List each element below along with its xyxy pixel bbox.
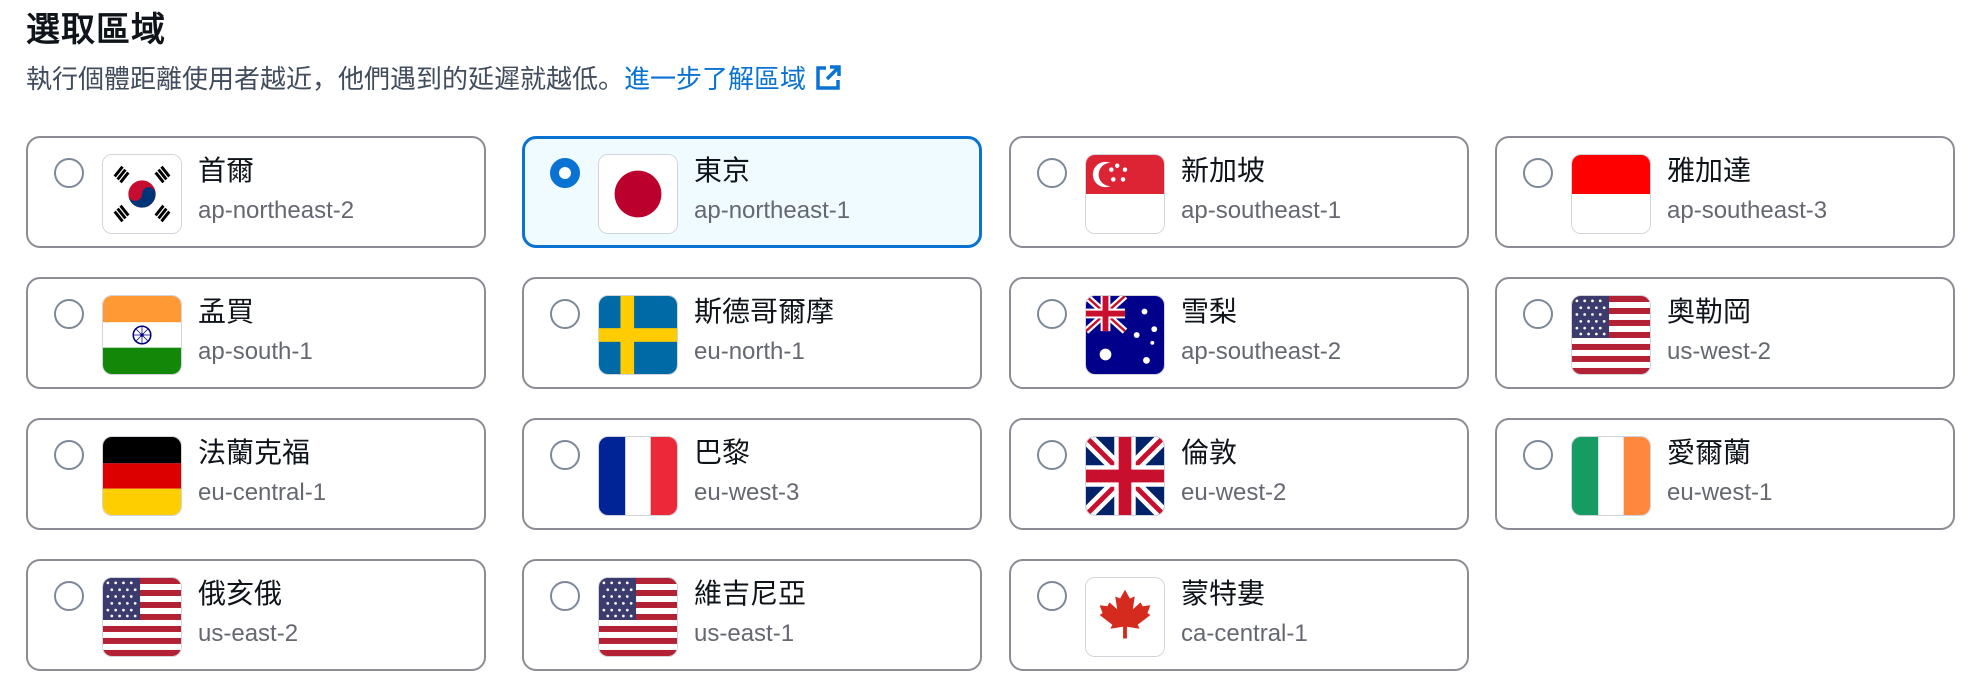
- region-card-ap-south-1[interactable]: 孟買 ap-south-1: [26, 277, 486, 389]
- usa-flag-icon: [598, 577, 678, 657]
- description-text: 執行個體距離使用者越近，他們遇到的延遲就越低。: [26, 65, 625, 95]
- region-code: eu-central-1: [198, 479, 327, 506]
- region-name: 愛爾蘭: [1667, 436, 1752, 469]
- region-name: 斯德哥爾摩: [694, 295, 835, 328]
- region-code: eu-west-2: [1181, 479, 1287, 506]
- region-card-ap-southeast-3[interactable]: 雅加達 ap-southeast-3: [1495, 136, 1955, 248]
- region-code: ca-central-1: [1181, 620, 1308, 647]
- region-card-ap-southeast-2[interactable]: 雪梨 ap-southeast-2: [1009, 277, 1469, 389]
- india-flag-icon: [102, 295, 182, 375]
- region-description: 執行個體距離使用者越近，他們遇到的延遲就越低。進一步了解區域: [26, 62, 842, 98]
- france-flag-icon: [598, 436, 678, 516]
- external-link-icon: [816, 65, 841, 90]
- region-radio[interactable]: [54, 581, 84, 611]
- canada-flag-icon: [1085, 577, 1165, 657]
- indonesia-flag-icon: [1571, 154, 1651, 234]
- region-code: eu-north-1: [694, 338, 805, 365]
- region-card-ap-southeast-1[interactable]: 新加坡 ap-southeast-1: [1009, 136, 1469, 248]
- region-code: eu-west-3: [694, 479, 800, 506]
- region-name: 蒙特婁: [1181, 577, 1266, 610]
- region-radio[interactable]: [1037, 581, 1067, 611]
- region-name: 法蘭克福: [198, 436, 311, 469]
- region-name: 維吉尼亞: [694, 577, 807, 610]
- region-code: ap-south-1: [198, 338, 313, 365]
- region-name: 孟買: [198, 295, 255, 328]
- region-code: ap-southeast-2: [1181, 338, 1342, 365]
- learn-more-link[interactable]: 進一步了解區域: [624, 65, 842, 95]
- region-code: ap-southeast-3: [1667, 197, 1828, 224]
- region-name: 雪梨: [1181, 295, 1238, 328]
- region-name: 雅加達: [1667, 154, 1752, 187]
- region-card-ap-northeast-1[interactable]: 東京 ap-northeast-1: [522, 136, 982, 248]
- region-radio[interactable]: [54, 440, 84, 470]
- south-korea-flag-icon: [102, 154, 182, 234]
- region-radio[interactable]: [54, 158, 84, 188]
- region-card-eu-west-3[interactable]: 巴黎 eu-west-3: [522, 418, 982, 530]
- region-card-eu-north-1[interactable]: 斯德哥爾摩 eu-north-1: [522, 277, 982, 389]
- region-code: ap-southeast-1: [1181, 197, 1342, 224]
- region-radio[interactable]: [54, 299, 84, 329]
- region-radio[interactable]: [1523, 299, 1553, 329]
- region-card-ap-northeast-2[interactable]: 首爾 ap-northeast-2: [26, 136, 486, 248]
- region-name: 巴黎: [694, 436, 751, 469]
- region-name: 首爾: [198, 154, 255, 187]
- region-name: 倫敦: [1181, 436, 1238, 469]
- australia-flag-icon: [1085, 295, 1165, 375]
- region-radio[interactable]: [550, 440, 580, 470]
- region-code: ap-northeast-2: [198, 197, 355, 224]
- region-radio[interactable]: [1523, 440, 1553, 470]
- region-card-eu-central-1[interactable]: 法蘭克福 eu-central-1: [26, 418, 486, 530]
- region-code: us-east-1: [694, 620, 795, 647]
- region-radio[interactable]: [550, 299, 580, 329]
- region-card-eu-west-2[interactable]: 倫敦 eu-west-2: [1009, 418, 1469, 530]
- region-radio[interactable]: [550, 581, 580, 611]
- region-code: us-east-2: [198, 620, 299, 647]
- usa-flag-icon: [102, 577, 182, 657]
- region-radio[interactable]: [1037, 158, 1067, 188]
- uk-flag-icon: [1085, 436, 1165, 516]
- region-radio[interactable]: [1037, 299, 1067, 329]
- region-name: 東京: [694, 154, 751, 187]
- region-radio[interactable]: [1523, 158, 1553, 188]
- ireland-flag-icon: [1571, 436, 1651, 516]
- region-card-us-east-1[interactable]: 維吉尼亞 us-east-1: [522, 559, 982, 671]
- region-code: us-west-2: [1667, 338, 1772, 365]
- region-name: 俄亥俄: [198, 577, 283, 610]
- region-card-eu-west-1[interactable]: 愛爾蘭 eu-west-1: [1495, 418, 1955, 530]
- region-card-us-east-2[interactable]: 俄亥俄 us-east-2: [26, 559, 486, 671]
- region-radio[interactable]: [550, 158, 580, 188]
- region-name: 新加坡: [1181, 154, 1266, 187]
- learn-more-label: 進一步了解區域: [624, 65, 807, 95]
- region-radio[interactable]: [1037, 440, 1067, 470]
- singapore-flag-icon: [1085, 154, 1165, 234]
- germany-flag-icon: [102, 436, 182, 516]
- region-card-us-west-2[interactable]: 奧勒岡 us-west-2: [1495, 277, 1955, 389]
- sweden-flag-icon: [598, 295, 678, 375]
- japan-flag-icon: [598, 154, 678, 234]
- region-code: ap-northeast-1: [694, 197, 851, 224]
- region-name: 奧勒岡: [1667, 295, 1752, 328]
- region-card-ca-central-1[interactable]: 蒙特婁 ca-central-1: [1009, 559, 1469, 671]
- region-code: eu-west-1: [1667, 479, 1773, 506]
- usa-flag-icon: [1571, 295, 1651, 375]
- page-title: 選取區域: [26, 10, 166, 50]
